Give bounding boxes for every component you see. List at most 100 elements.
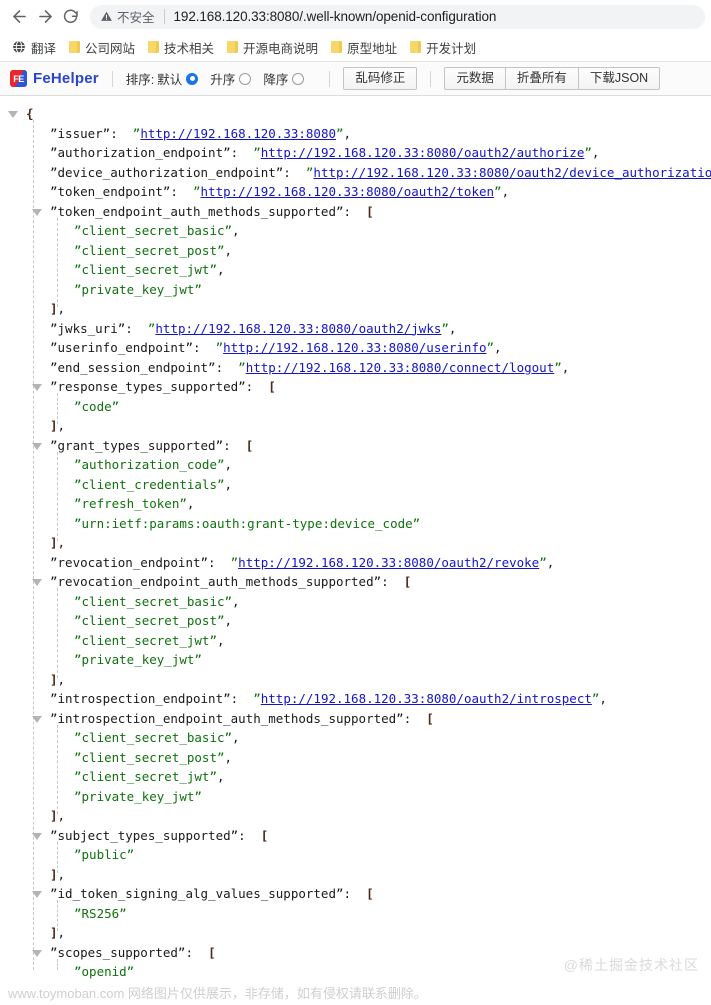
bookmark-folder-company[interactable]: 公司网站 [65, 36, 141, 59]
fix-encoding-button[interactable]: 乱码修正 [343, 67, 418, 90]
bookmark-folder-opensource[interactable]: 开源电商说明 [223, 36, 324, 59]
json-line-content: ], [50, 866, 66, 882]
json-brace: ] [50, 418, 58, 433]
collapse-triangle-icon[interactable] [32, 949, 42, 957]
tree-guide-line [57, 217, 58, 307]
json-string-value: ”authorization_code” [74, 457, 225, 472]
json-brace: ] [50, 301, 58, 316]
json-line-content: ”end_session_endpoint”: ”http://192.168.… [50, 359, 570, 375]
json-key: ”introspection_endpoint_auth_methods_sup… [50, 710, 412, 726]
sort-option-asc[interactable]: 升序 [210, 69, 252, 88]
security-label: 不安全 [117, 11, 155, 25]
bookmark-folder-tech[interactable]: 技术相关 [144, 36, 220, 59]
collapse-triangle-icon[interactable] [32, 208, 42, 216]
radio-icon[interactable] [239, 72, 252, 85]
json-line-content: ”RS256” [74, 904, 127, 924]
json-key: ”authorization_endpoint”: [50, 145, 239, 160]
bookmarks-bar: 翻译 公司网站 技术相关 开源电商说明 原型地址 开发计划 [0, 33, 711, 62]
collapse-triangle-icon[interactable] [32, 715, 42, 723]
toolbar-divider [430, 70, 432, 87]
folder-icon [227, 41, 239, 53]
browser-toolbar: 不安全 192.168.120.33:8080/.well-known/open… [0, 0, 711, 33]
json-line-content: ”grant_types_supported”: [ [50, 436, 253, 456]
json-url-link[interactable]: http://192.168.120.33:8080/oauth2/token [201, 184, 495, 199]
json-brace: [ [366, 886, 374, 901]
bookmark-translate[interactable]: 翻译 [8, 36, 62, 59]
json-line-content: ”introspection_endpoint_auth_methods_sup… [50, 709, 434, 729]
json-url-link[interactable]: http://192.168.120.33:8080/userinfo [223, 340, 486, 355]
forward-arrow-icon[interactable] [32, 4, 58, 30]
json-string-value: ”client_secret_post” [74, 749, 225, 765]
toolbar-divider [329, 70, 331, 87]
json-key: ”revocation_endpoint”: [50, 554, 216, 570]
json-brace: [ [208, 944, 216, 960]
json-string-value: ”private_key_jwt” [74, 652, 202, 667]
json-key: ”scopes_supported”: [50, 944, 193, 960]
json-line-content: ”openid” [74, 962, 134, 982]
warning-triangle-icon [101, 11, 112, 21]
json-line-content: ”authorization_endpoint”: ”http://192.16… [50, 145, 600, 160]
json-key: ”grant_types_supported”: [50, 437, 231, 453]
radio-icon[interactable] [186, 72, 199, 85]
json-brace: ] [50, 808, 58, 823]
json-url-link[interactable]: http://192.168.120.33:8080/connect/logou… [246, 360, 555, 375]
folder-icon [331, 41, 343, 53]
download-json-button[interactable]: 下载JSON [578, 67, 661, 90]
json-line-content: ”jwks_uri”: ”http://192.168.120.33:8080/… [50, 320, 457, 336]
fehelper-brand-name: FeHelper [33, 70, 99, 87]
json-brace: ] [50, 866, 58, 882]
action-button-group: 元数据 折叠所有 下载JSON [444, 67, 661, 90]
json-line-content: ”refresh_token”, [74, 496, 195, 511]
back-arrow-icon[interactable] [6, 4, 32, 30]
collapse-triangle-icon[interactable] [32, 832, 42, 840]
json-line-content: ], [50, 301, 66, 316]
collapse-triangle-icon[interactable] [32, 384, 42, 391]
metadata-button[interactable]: 元数据 [444, 67, 506, 90]
watermark-right: @稀土掘金技术社区 [563, 957, 699, 973]
json-string-value: ”client_credentials” [74, 476, 225, 492]
bookmark-folder-devplan[interactable]: 开发计划 [406, 36, 482, 59]
address-bar[interactable]: 不安全 192.168.120.33:8080/.well-known/open… [90, 4, 705, 29]
security-status[interactable]: 不安全 [100, 7, 155, 26]
json-brace: ] [50, 925, 58, 940]
radio-icon[interactable] [292, 72, 305, 85]
collapse-triangle-icon[interactable] [32, 891, 42, 898]
tree-guide-line [57, 724, 58, 814]
json-url-link[interactable]: http://192.168.120.33:8080/oauth2/device… [313, 165, 711, 180]
collapse-all-button[interactable]: 折叠所有 [505, 67, 579, 90]
json-key: ”token_endpoint”: [50, 184, 178, 199]
collapse-triangle-icon[interactable] [32, 579, 42, 586]
json-string-value: ”client_secret_jwt” [74, 632, 217, 648]
collapse-triangle-icon[interactable] [32, 442, 42, 450]
json-url-link[interactable]: http://192.168.120.33:8080/oauth2/author… [261, 145, 585, 160]
collapse-triangle-icon[interactable] [8, 111, 18, 118]
fehelper-toolbar: FE FeHelper 排序: 默认 升序 降序 乱码修正 元数据 折叠所有 下… [0, 62, 711, 96]
json-brace: { [26, 106, 34, 121]
sort-option-default[interactable]: 默认 [157, 69, 199, 88]
json-url-link[interactable]: http://192.168.120.33:8080 [140, 126, 336, 141]
json-string-value: ”client_secret_jwt” [74, 262, 217, 277]
json-line-content: ”client_secret_jwt”, [74, 769, 225, 784]
bookmark-folder-prototype[interactable]: 原型地址 [327, 36, 403, 59]
json-brace: [ [403, 574, 412, 589]
sort-radio-group: 默认 升序 降序 [157, 69, 316, 88]
json-string-value: ”RS256” [74, 905, 127, 921]
reload-icon[interactable] [58, 4, 84, 30]
json-line-content: ], [50, 671, 66, 687]
json-line-content: ”subject_types_supported”: [ [50, 826, 268, 846]
json-line-content: ”client_secret_basic”, [74, 593, 240, 609]
url-text: 192.168.120.33:8080/.well-known/openid-c… [173, 9, 497, 24]
json-line-content: ”revocation_endpoint”: ”http://192.168.1… [50, 554, 555, 570]
json-url-link[interactable]: http://192.168.120.33:8080/oauth2/revoke [238, 555, 539, 570]
json-url-link[interactable]: http://192.168.120.33:8080/oauth2/jwks [155, 321, 441, 336]
json-url-link[interactable]: http://192.168.120.33:8080/oauth2/intros… [261, 691, 592, 706]
json-line-content: ”introspection_endpoint”: ”http://192.16… [50, 691, 607, 706]
json-brace: [ [366, 203, 374, 219]
json-key: ”token_endpoint_auth_methods_supported”: [50, 203, 352, 219]
watermark-bottom: www.toymoban.com 网络图片仅供展示，非存储，如有侵权请联系删除。 [8, 986, 427, 1001]
bookmark-label: 公司网站 [85, 41, 136, 56]
json-viewer[interactable]: {”issuer”: ”http://192.168.120.33:8080”,… [0, 96, 711, 989]
fehelper-brand: FE FeHelper [10, 70, 99, 87]
sort-option-desc[interactable]: 降序 [263, 69, 305, 88]
json-string-value: ”client_secret_post” [74, 613, 225, 628]
